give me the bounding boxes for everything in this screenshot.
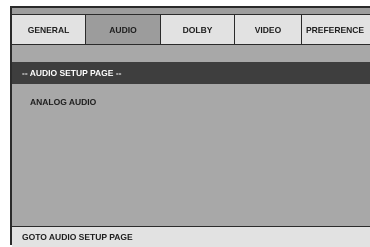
menu-item-analog-audio[interactable]: ANALOG AUDIO — [30, 97, 96, 107]
tab-preference[interactable]: PREFERENCE — [302, 15, 370, 44]
tab-audio[interactable]: AUDIO — [86, 15, 161, 44]
tab-video[interactable]: VIDEO — [235, 15, 302, 44]
tab-dolby[interactable]: DOLBY — [161, 15, 235, 44]
status-bar: GOTO AUDIO SETUP PAGE — [12, 226, 370, 247]
page-title: -- AUDIO SETUP PAGE -- — [12, 62, 370, 84]
menu-content: ANALOG AUDIO — [12, 84, 370, 226]
spacer — [12, 45, 370, 62]
tab-general[interactable]: GENERAL — [12, 15, 86, 44]
top-bar — [12, 8, 370, 15]
setup-menu-screen: GENERAL AUDIO DOLBY VIDEO PREFERENCE -- … — [10, 6, 370, 247]
tab-bar: GENERAL AUDIO DOLBY VIDEO PREFERENCE — [12, 15, 370, 45]
